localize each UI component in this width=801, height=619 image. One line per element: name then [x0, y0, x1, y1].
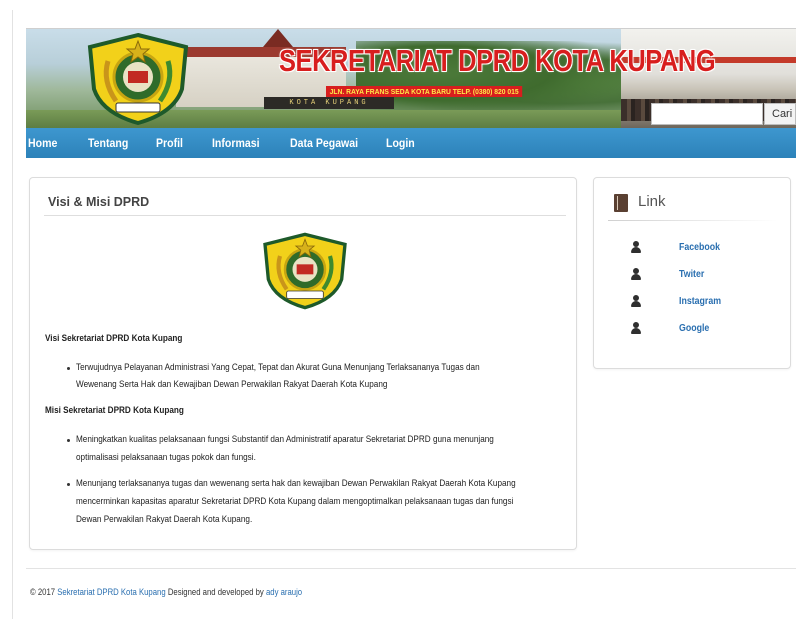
visi-misi-panel: Visi & Misi DPRD Visi Sekretariat DPRD K…	[29, 177, 577, 550]
site-title: SEKRETARIAT DPRD KOTA KUPANG	[279, 43, 716, 78]
misi-1-line-2: optimalisasi pelaksanaan tugas pokok dan…	[76, 452, 256, 463]
footer-credit: Designed and developed by	[167, 587, 264, 597]
user-icon	[630, 241, 642, 255]
heading-divider	[44, 215, 566, 216]
search-input[interactable]	[651, 103, 763, 125]
visi-heading: Visi Sekretariat DPRD Kota Kupang	[45, 333, 183, 344]
bullet-icon	[67, 439, 70, 442]
link-panel-title: Link	[638, 193, 666, 210]
misi-heading: Misi Sekretariat DPRD Kota Kupang	[45, 405, 184, 416]
footer: © 2017 Sekretariat DPRD Kota Kupang Desi…	[30, 587, 302, 597]
search-button[interactable]: Cari	[764, 103, 796, 125]
misi-2-line-2: mencerminkan kapasitas aparatur Sekretar…	[76, 496, 514, 507]
link-panel: Link Facebook Twiter Instagram Google	[593, 177, 791, 369]
link-label[interactable]: Google	[679, 323, 709, 334]
link-google[interactable]: Google	[630, 322, 770, 338]
content-logo	[255, 226, 355, 316]
page-title: Visi & Misi DPRD	[48, 195, 150, 209]
visi-line-1: Terwujudnya Pelayanan Administrasi Yang …	[76, 362, 480, 373]
main-nav: Home Tentang Profil Informasi Data Pegaw…	[26, 128, 796, 158]
nav-tentang[interactable]: Tentang	[88, 128, 128, 158]
footer-divider	[26, 568, 796, 569]
link-instagram[interactable]: Instagram	[630, 295, 770, 311]
nav-profil[interactable]: Profil	[156, 128, 183, 158]
coat-of-arms-icon	[263, 232, 347, 310]
coat-of-arms-icon	[87, 32, 189, 126]
user-icon	[630, 268, 642, 282]
nav-login[interactable]: Login	[386, 128, 415, 158]
bullet-icon	[67, 367, 70, 370]
visi-line-2: Wewenang Serta Hak dan Kewajiban Dewan P…	[76, 379, 388, 390]
link-twiter[interactable]: Twiter	[630, 268, 770, 284]
footer-author-link[interactable]: ady araujo	[266, 587, 302, 597]
link-label[interactable]: Facebook	[679, 242, 720, 253]
nav-informasi[interactable]: Informasi	[212, 128, 260, 158]
footer-org-link[interactable]: Sekretariat DPRD Kota Kupang	[57, 587, 165, 597]
nav-home[interactable]: Home	[28, 128, 57, 158]
link-facebook[interactable]: Facebook	[630, 241, 770, 257]
building-sign: KOTA KUPANG	[264, 97, 394, 109]
link-label[interactable]: Instagram	[679, 296, 721, 307]
link-panel-divider	[608, 220, 778, 221]
user-icon	[630, 295, 642, 309]
nav-data-pegawai[interactable]: Data Pegawai	[290, 128, 358, 158]
site-logo[interactable]	[78, 31, 198, 127]
misi-2-line-3: Dewan Perwakilan Rakyat Daerah Kota Kupa…	[76, 514, 253, 525]
site-address: JLN. RAYA FRANS SEDA KOTA BARU TELP. (03…	[326, 86, 523, 97]
user-icon	[630, 322, 642, 336]
footer-copyright: © 2017	[30, 587, 56, 597]
misi-1-line-1: Meningkatkan kualitas pelaksanaan fungsi…	[76, 434, 494, 445]
misi-2-line-1: Menunjang terlaksananya tugas dan wewena…	[76, 478, 516, 489]
bullet-icon	[67, 483, 70, 486]
book-icon	[614, 194, 628, 212]
link-label[interactable]: Twiter	[679, 269, 704, 280]
